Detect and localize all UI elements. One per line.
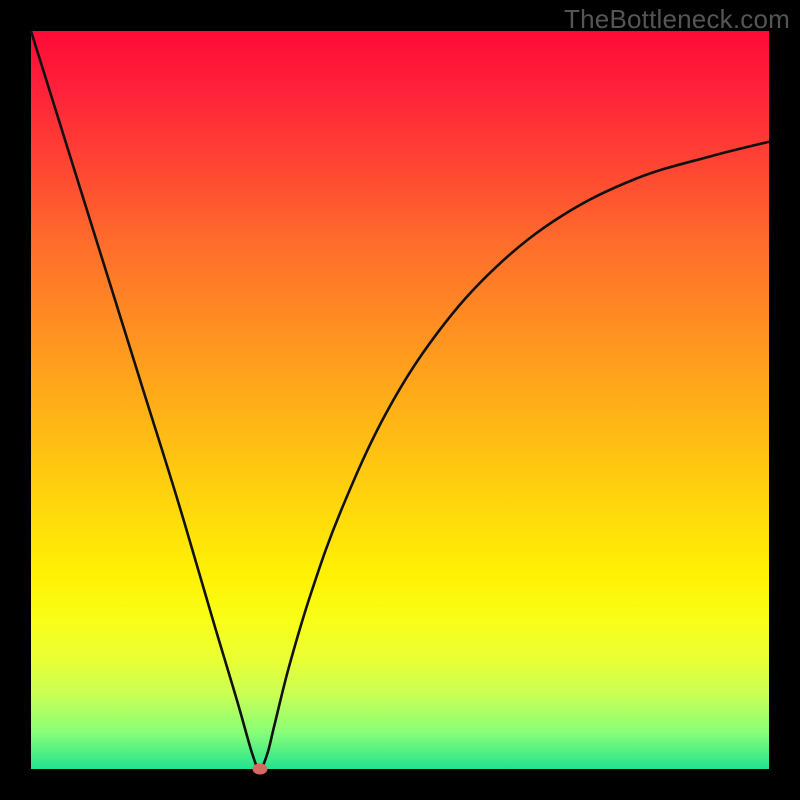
bottleneck-curve xyxy=(31,31,769,769)
site-watermark: TheBottleneck.com xyxy=(564,4,790,35)
curve-layer xyxy=(31,31,769,769)
minimum-marker xyxy=(252,764,267,775)
chart-frame: TheBottleneck.com xyxy=(0,0,800,800)
